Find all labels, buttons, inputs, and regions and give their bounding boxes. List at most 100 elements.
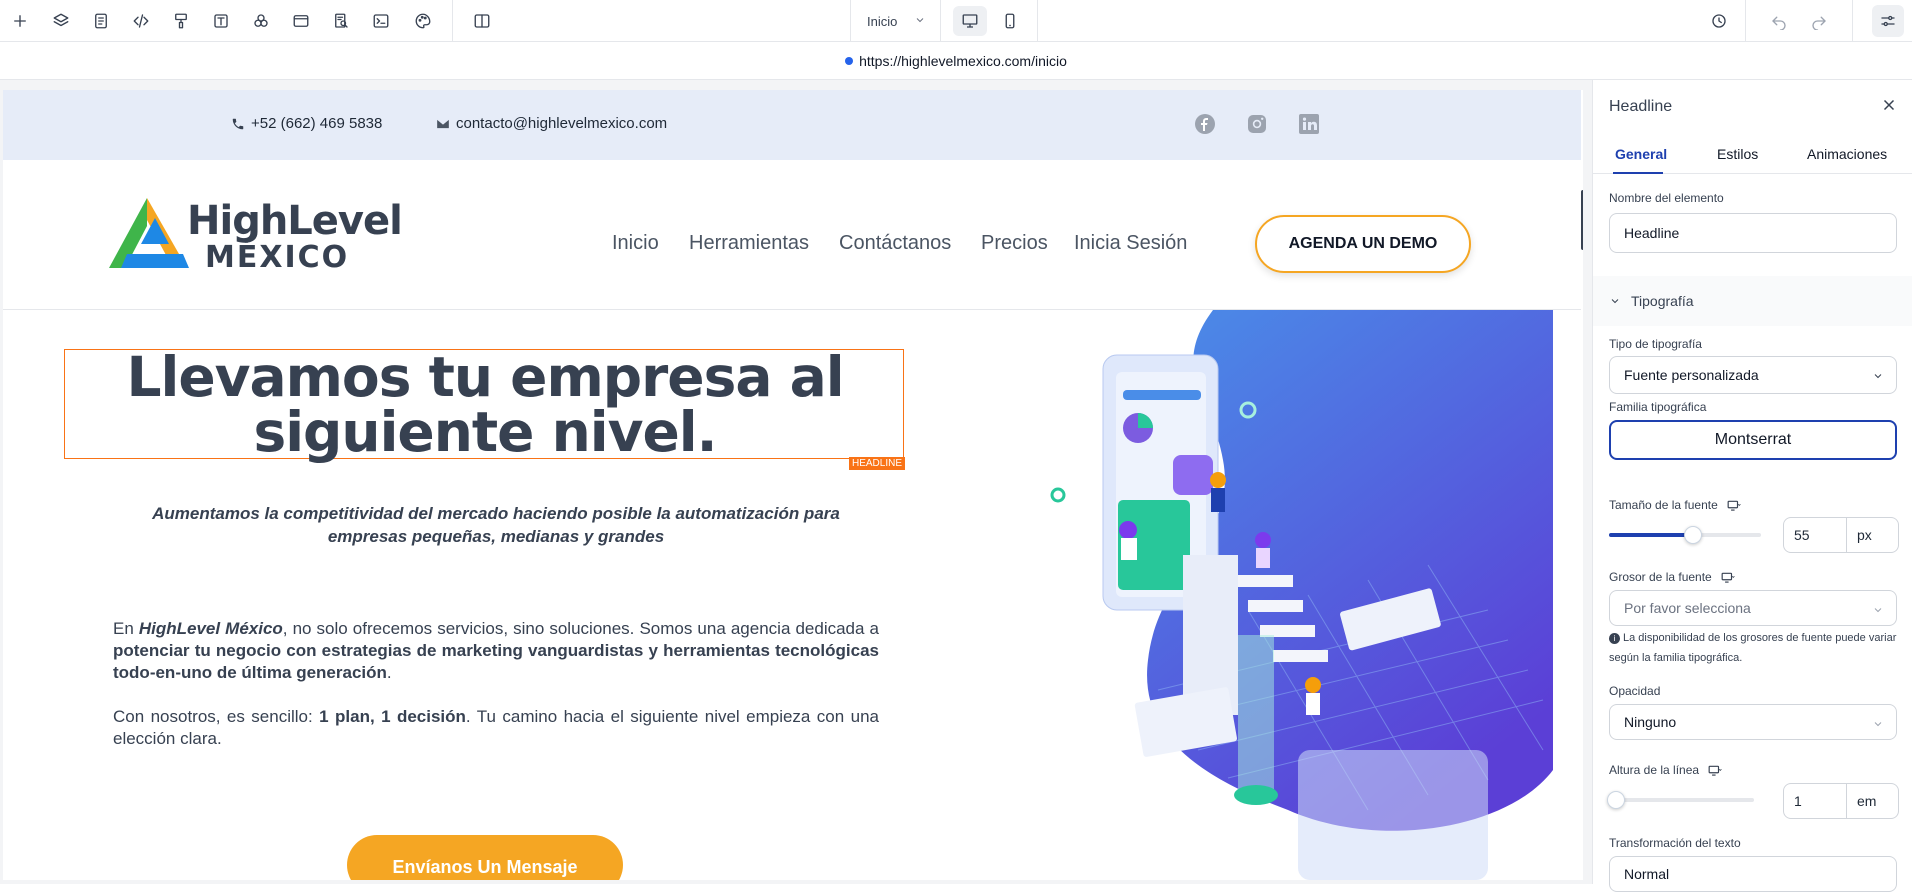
line-height-slider-knob[interactable] [1607,791,1625,809]
page-select[interactable]: Inicio [850,0,940,42]
para1-part-c: , no solo ofrecemos servicios, sino solu… [282,619,879,638]
terminal-icon[interactable] [369,9,393,33]
page-select-value: Inicio [867,13,898,29]
layout-columns-icon[interactable] [470,9,494,33]
info-icon: i [1609,633,1620,644]
email-text: contacto@highlevelmexico.com [456,115,668,132]
selected-headline[interactable]: Llevamos tu empresa al siguiente nivel. … [64,349,905,470]
website-preview: +52 (662) 469 5838 contacto@highlevelmex… [3,90,1583,880]
headline-text[interactable]: Llevamos tu empresa al siguiente nivel. [65,350,905,460]
hero-subtitle[interactable]: Aumentamos la competitividad del mercado… [113,502,879,548]
site-logo[interactable]: HighLevel MÉXICO [107,196,403,276]
desktop-view-button[interactable] [953,6,987,36]
headline-line-2: siguiente nivel. [253,400,717,464]
palette-icon[interactable] [411,9,435,33]
font-weight-note: i La disponibilidad de los grosores de fu… [1609,628,1899,668]
panel-title: Headline [1609,98,1673,115]
font-size-label-text: Tamaño de la fuente [1609,498,1718,512]
font-family-label: Familia tipográfica [1609,400,1707,414]
font-size-slider-knob[interactable] [1684,526,1702,544]
pages-icon[interactable] [89,9,113,33]
font-weight-placeholder: Por favor selecciona [1624,600,1751,616]
properties-panel: Headline General Estilos Animaciones Nom… [1592,80,1912,892]
text-transform-label: Transformación del texto [1609,836,1741,850]
mobile-icon [1005,13,1015,29]
email-contact[interactable]: contacto@highlevelmexico.com [436,115,667,132]
agenda-demo-button[interactable]: AGENDA UN DEMO [1255,215,1471,273]
nav-inicio[interactable]: Inicio [612,232,659,255]
mobile-view-button[interactable] [993,6,1027,36]
text-transform-select[interactable]: Normal [1609,856,1897,892]
hero-section: Llevamos tu empresa al siguiente nivel. … [3,310,1581,880]
desktop-icon [962,14,978,28]
typography-section-header[interactable]: Tipografía [1593,276,1912,326]
redo-icon[interactable] [1807,9,1831,33]
line-height-input[interactable]: 1 [1783,783,1847,819]
site-navbar: HighLevel MÉXICO Inicio Herramientas Con… [3,160,1581,310]
phone-icon [232,118,244,129]
desktop-icon[interactable] [1721,572,1735,584]
line-height-label-text: Altura de la línea [1609,763,1700,777]
font-family-input[interactable]: Montserrat [1609,420,1897,460]
element-name-input[interactable]: Headline [1609,213,1897,253]
settings-sliders-icon[interactable] [1872,5,1904,37]
opacity-select[interactable]: Ninguno [1609,704,1897,740]
phone-contact[interactable]: +52 (662) 469 5838 [231,115,382,132]
para2-part-a: Con nosotros, es sencillo: [113,707,320,726]
undo-icon[interactable] [1767,9,1791,33]
layers-icon[interactable] [49,9,73,33]
close-icon[interactable] [1880,96,1898,114]
editor-canvas: +52 (662) 469 5838 contacto@highlevelmex… [0,80,1592,884]
hero-paragraph-2[interactable]: Con nosotros, es sencillo: 1 plan, 1 dec… [113,706,879,750]
font-type-select[interactable]: Fuente personalizada [1609,356,1897,394]
font-type-value: Fuente personalizada [1624,367,1759,383]
instagram-icon[interactable] [1245,112,1269,136]
font-size-label: Tamaño de la fuente [1609,498,1741,512]
history-icon[interactable] [1707,9,1731,33]
chevron-down-icon [1874,374,1882,379]
desktop-icon[interactable] [1708,765,1723,777]
element-type-tag: HEADLINE [848,457,905,470]
linkedin-icon[interactable] [1297,112,1321,136]
components-icon[interactable] [249,9,273,33]
line-height-label: Altura de la línea [1609,763,1723,777]
panel-tabs: General Estilos Animaciones [1593,134,1912,174]
search-page-icon[interactable] [329,9,353,33]
font-type-label: Tipo de tipografía [1609,337,1702,351]
facebook-icon[interactable] [1193,112,1217,136]
paint-icon[interactable] [169,9,193,33]
canvas-scrollbar[interactable] [1581,190,1583,250]
font-size-input[interactable]: 55 [1783,517,1847,553]
tab-estilos[interactable]: Estilos [1717,146,1758,162]
para1-part-e: . [386,663,392,682]
nav-precios[interactable]: Precios [981,232,1048,255]
hero-paragraph-1[interactable]: En HighLevel México, no solo ofrecemos s… [113,618,879,684]
desktop-icon[interactable] [1727,500,1741,512]
code-icon[interactable] [129,9,153,33]
tab-general[interactable]: General [1615,146,1667,162]
font-size-unit[interactable]: px [1847,517,1899,553]
line-height-slider[interactable] [1607,791,1754,809]
para1-brand: HighLevel México [138,619,283,638]
envelope-icon [437,119,449,128]
nav-herramientas[interactable]: Herramientas [689,232,809,255]
nav-inicia-sesion[interactable]: Inicia Sesión [1074,232,1187,255]
font-size-slider[interactable] [1609,526,1761,544]
nav-contactanos[interactable]: Contáctanos [839,232,951,255]
send-message-button[interactable]: Envíanos Un Mensaje [347,835,623,880]
plus-icon[interactable] [8,9,32,33]
para2-emphasis: 1 plan, 1 decisión [319,707,466,726]
hero-illustration [1050,310,1553,880]
chevron-down-icon [1874,722,1882,727]
browser-icon[interactable] [289,9,313,33]
logo-text-mexico: MÉXICO [205,240,350,275]
text-icon[interactable] [209,9,233,33]
font-weight-note-text: La disponibilidad de los grosores de fue… [1609,632,1897,664]
font-weight-select[interactable]: Por favor selecciona [1609,590,1897,626]
device-switcher [940,0,1038,42]
page-url[interactable]: https://highlevelmexico.com/inicio [859,53,1067,69]
line-height-unit[interactable]: em [1847,783,1899,819]
chevron-down-icon [1611,299,1619,304]
toolbar-divider [1745,0,1746,42]
tab-animaciones[interactable]: Animaciones [1807,146,1887,162]
